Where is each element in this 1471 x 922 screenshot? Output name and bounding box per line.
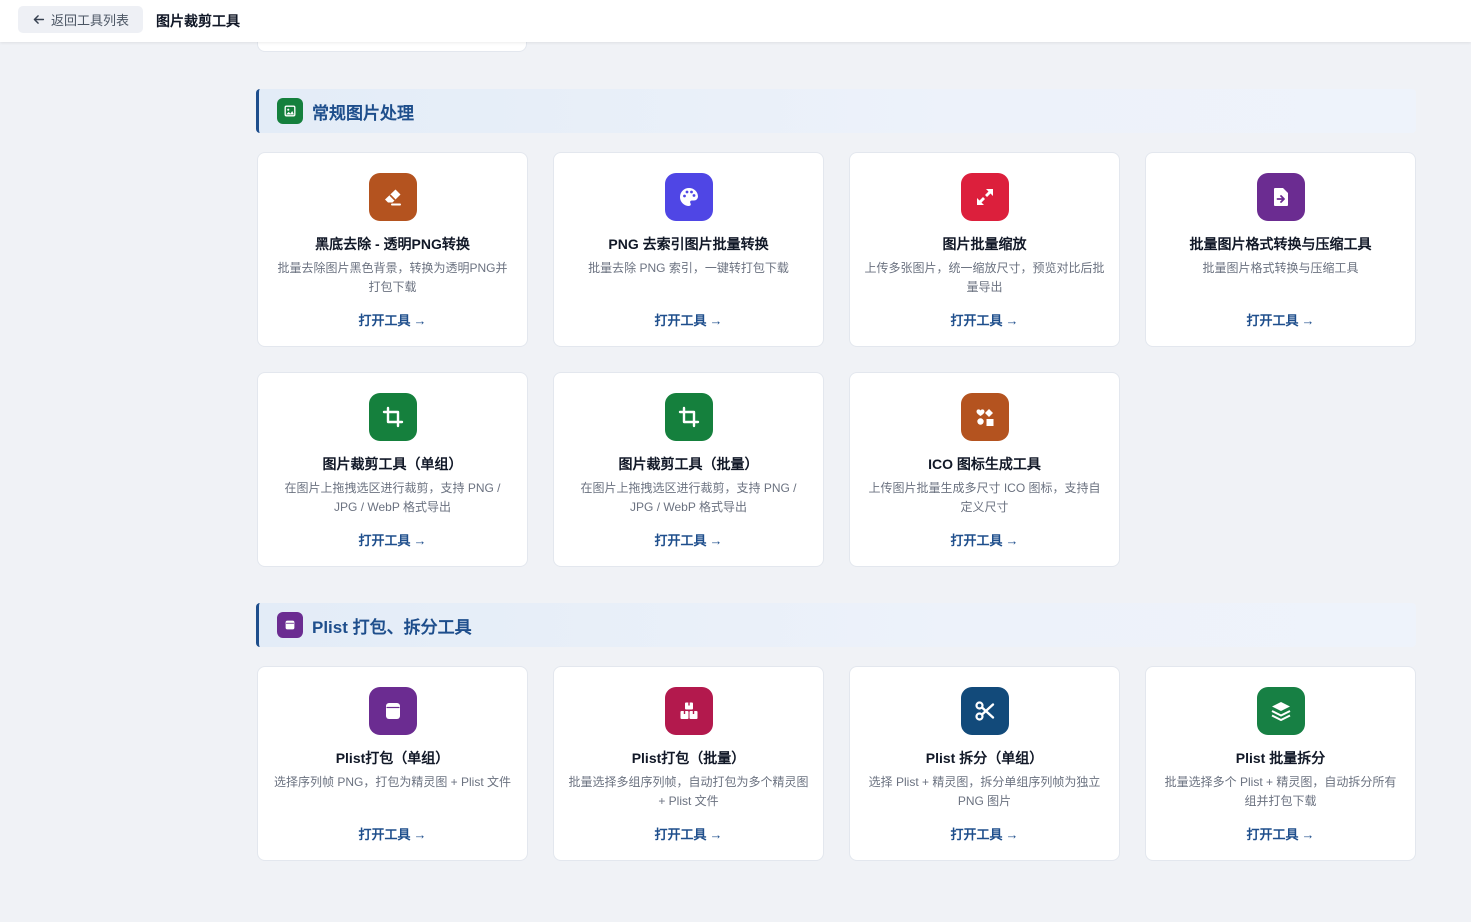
card-title: 黑底去除 - 透明PNG转换: [315, 236, 470, 252]
tool-card-black-bg-removal[interactable]: 黑底去除 - 透明PNG转换 批量去除图片黑色背景，转换为透明PNG并打包下载 …: [257, 152, 528, 347]
card-title: PNG 去索引图片批量转换: [608, 236, 769, 252]
card-description: 上传图片批量生成多尺寸 ICO 图标，支持自定义尺寸: [868, 481, 1101, 514]
page-title: 图片裁剪工具: [156, 13, 240, 29]
open-tool-label: 打开工具: [654, 533, 707, 548]
tool-card-png-deindex[interactable]: PNG 去索引图片批量转换 批量去除 PNG 索引，一键转打包下载 打开工具 →: [553, 152, 824, 347]
palette-icon: [665, 173, 713, 221]
tool-card-format-convert[interactable]: 批量图片格式转换与压缩工具 批量图片格式转换与压缩工具 打开工具 →: [1145, 152, 1416, 347]
icons-icon: [961, 393, 1009, 441]
open-tool-link[interactable]: 打开工具 →: [258, 310, 527, 329]
card-title: Plist 拆分（单组）: [925, 750, 1044, 766]
layers-icon: [1257, 687, 1305, 735]
section-header-plist-tools: Plist 打包、拆分工具: [256, 603, 1416, 647]
open-tool-label: 打开工具: [358, 533, 411, 548]
open-tool-link[interactable]: 打开工具 →: [258, 824, 527, 843]
card-title: ICO 图标生成工具: [928, 456, 1041, 472]
card-description: 在图片上拖拽选区进行裁剪，支持 PNG / JPG / WebP 格式导出: [580, 481, 797, 514]
section-title: 常规图片处理: [312, 103, 414, 123]
open-tool-label: 打开工具: [358, 313, 411, 328]
scissors-icon: [961, 687, 1009, 735]
back-button-label: 返回工具列表: [50, 13, 129, 28]
tool-card-crop-single[interactable]: 图片裁剪工具（单组） 在图片上拖拽选区进行裁剪，支持 PNG / JPG / W…: [257, 372, 528, 567]
arrow-right-icon: →: [1301, 313, 1315, 328]
tool-card-plist-pack-single[interactable]: Plist打包（单组） 选择序列帧 PNG，打包为精灵图 + Plist 文件 …: [257, 666, 528, 861]
tool-card-batch-resize[interactable]: 图片批量缩放 上传多张图片，统一缩放尺寸，预览对比后批量导出 打开工具 →: [849, 152, 1120, 347]
arrow-right-icon: →: [709, 313, 723, 328]
arrow-right-icon: →: [1005, 827, 1019, 842]
card-title: 图片裁剪工具（单组）: [322, 456, 463, 472]
open-tool-link[interactable]: 打开工具 →: [554, 824, 823, 843]
card-title: Plist打包（批量）: [631, 750, 746, 766]
open-tool-link[interactable]: 打开工具 →: [850, 310, 1119, 329]
arrow-right-icon: →: [1005, 313, 1019, 328]
crop-icon: [369, 393, 417, 441]
card-description: 批量选择多个 Plist + 精灵图，自动拆分所有组并打包下载: [1164, 775, 1397, 808]
card-description: 批量图片格式转换与压缩工具: [1202, 261, 1359, 275]
tool-card-plist-split-batch[interactable]: Plist 批量拆分 批量选择多个 Plist + 精灵图，自动拆分所有组并打包…: [1145, 666, 1416, 861]
card-description: 批量去除图片黑色背景，转换为透明PNG并打包下载: [277, 261, 508, 294]
arrow-right-icon: →: [709, 827, 723, 842]
box-icon: [369, 687, 417, 735]
card-description: 选择 Plist + 精灵图，拆分单组序列帧为独立 PNG 图片: [868, 775, 1101, 808]
file-import-icon: [1257, 173, 1305, 221]
arrow-left-icon: [33, 15, 45, 24]
card-description: 批量去除 PNG 索引，一键转打包下载: [588, 261, 789, 275]
open-tool-link[interactable]: 打开工具 →: [850, 824, 1119, 843]
back-to-tools-button[interactable]: 返回工具列表: [18, 6, 143, 33]
top-bar: 返回工具列表 图片裁剪工具: [0, 0, 1471, 42]
open-tool-label: 打开工具: [950, 533, 1003, 548]
arrow-right-icon: →: [709, 533, 723, 548]
arrow-right-icon: →: [413, 533, 427, 548]
card-title: 图片批量缩放: [942, 236, 1027, 252]
open-tool-label: 打开工具: [1246, 313, 1299, 328]
card-title: Plist打包（单组）: [335, 750, 450, 766]
boxes-icon: [665, 687, 713, 735]
arrow-right-icon: →: [413, 827, 427, 842]
tool-card-plist-split-single[interactable]: Plist 拆分（单组） 选择 Plist + 精灵图，拆分单组序列帧为独立 P…: [849, 666, 1120, 861]
open-tool-label: 打开工具: [654, 313, 707, 328]
section-title: Plist 打包、拆分工具: [312, 617, 472, 637]
arrow-right-icon: →: [1301, 827, 1315, 842]
open-tool-link[interactable]: 打开工具 →: [1146, 310, 1415, 329]
open-tool-link[interactable]: 打开工具 →: [1146, 824, 1415, 843]
arrow-right-icon: →: [1005, 533, 1019, 548]
crop-icon: [665, 393, 713, 441]
open-tool-link[interactable]: 打开工具 →: [554, 310, 823, 329]
tool-card-plist-pack-batch[interactable]: Plist打包（批量） 批量选择多组序列帧，自动打包为多个精灵图 + Plist…: [553, 666, 824, 861]
card-title: 图片裁剪工具（批量）: [618, 456, 759, 472]
image-icon: [277, 98, 303, 124]
arrow-right-icon: →: [413, 313, 427, 328]
open-tool-label: 打开工具: [950, 313, 1003, 328]
card-description: 选择序列帧 PNG，打包为精灵图 + Plist 文件: [273, 775, 512, 789]
box-icon: [277, 612, 303, 638]
open-tool-link[interactable]: 打开工具 →: [258, 530, 527, 549]
open-tool-link[interactable]: 打开工具 →: [554, 530, 823, 549]
card-title: 批量图片格式转换与压缩工具: [1189, 236, 1372, 252]
section-header-image-processing: 常规图片处理: [256, 89, 1416, 133]
card-description: 上传多张图片，统一缩放尺寸，预览对比后批量导出: [864, 261, 1105, 294]
open-tool-label: 打开工具: [950, 827, 1003, 842]
open-tool-label: 打开工具: [654, 827, 707, 842]
card-description: 在图片上拖拽选区进行裁剪，支持 PNG / JPG / WebP 格式导出: [284, 481, 501, 514]
expand-icon: [961, 173, 1009, 221]
open-tool-label: 打开工具: [1246, 827, 1299, 842]
card-title: Plist 批量拆分: [1235, 750, 1326, 766]
open-tool-label: 打开工具: [358, 827, 411, 842]
tool-card-ico-generator[interactable]: ICO 图标生成工具 上传图片批量生成多尺寸 ICO 图标，支持自定义尺寸 打开…: [849, 372, 1120, 567]
card-description: 批量选择多组序列帧，自动打包为多个精灵图 + Plist 文件: [568, 775, 809, 808]
eraser-icon: [369, 173, 417, 221]
tool-card-crop-batch[interactable]: 图片裁剪工具（批量） 在图片上拖拽选区进行裁剪，支持 PNG / JPG / W…: [553, 372, 824, 567]
open-tool-link[interactable]: 打开工具 →: [850, 530, 1119, 549]
